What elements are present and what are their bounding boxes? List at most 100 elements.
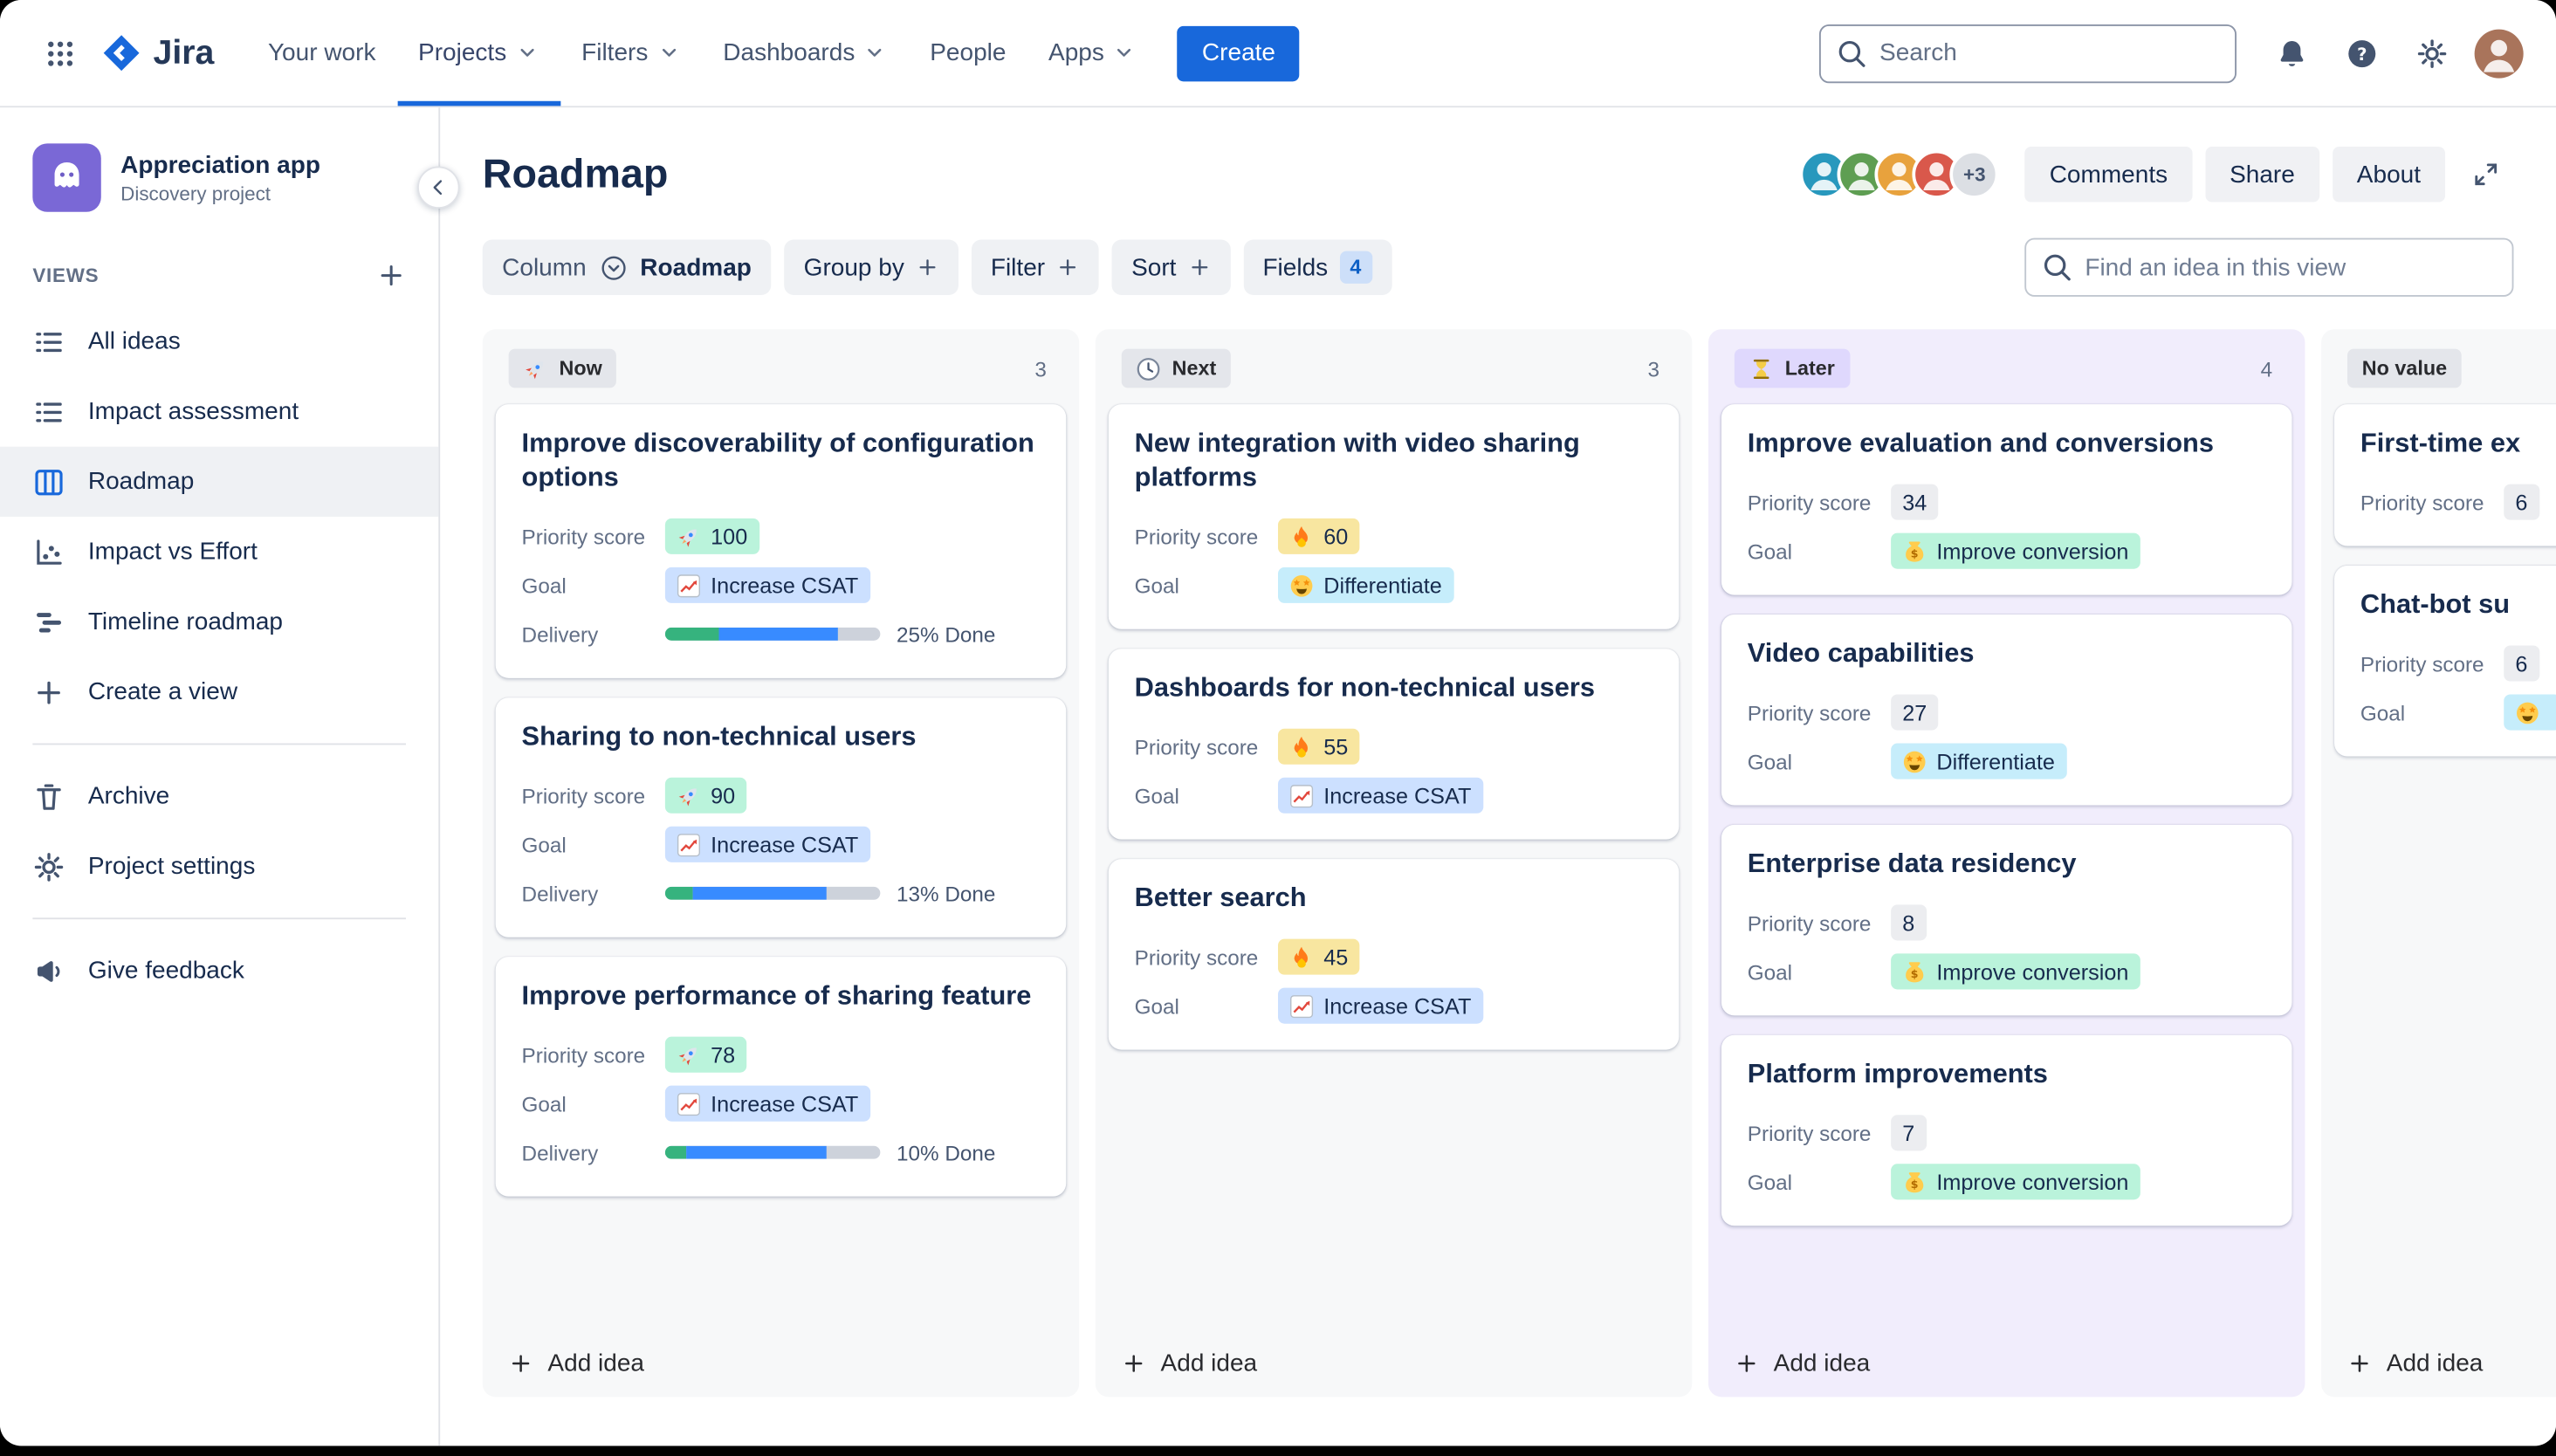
chevron-down-icon: [656, 41, 681, 65]
goal-chip: [2504, 694, 2556, 731]
nav-filters[interactable]: Filters: [560, 0, 702, 106]
sidebar-item-archive[interactable]: Archive: [0, 761, 438, 831]
sidebar-item-impact-assessment[interactable]: Impact assessment: [0, 376, 438, 446]
idea-title: Better search: [1134, 883, 1307, 914]
board-column-now: Now 3 Improve discoverability of configu…: [482, 329, 1080, 1398]
nav-people[interactable]: People: [909, 0, 1027, 106]
filter-button[interactable]: Filter: [971, 239, 1099, 295]
share-button[interactable]: Share: [2205, 147, 2319, 203]
sidebar-item-impact-vs-effort[interactable]: Impact vs Effort: [0, 517, 438, 587]
idea-card[interactable]: Platform improvements Priority score 7 G…: [1721, 1035, 2292, 1227]
about-button[interactable]: About: [2332, 147, 2446, 203]
money-bag-icon: $: [1902, 1171, 1927, 1195]
add-idea-label: Add idea: [1773, 1350, 1871, 1377]
sidebar-item-label: Impact vs Effort: [87, 538, 258, 566]
goal-value: Increase CSAT: [711, 1092, 859, 1117]
idea-title: Platform improvements: [1747, 1060, 2048, 1090]
user-avatar[interactable]: [2474, 28, 2524, 78]
jira-logo[interactable]: Jira: [101, 32, 214, 73]
plus-icon: [32, 676, 65, 708]
column-status-chip[interactable]: No value: [2346, 348, 2462, 388]
rocket-icon: [523, 356, 547, 381]
idea-card[interactable]: Better search Priority score 45 Goal Inc…: [1108, 859, 1680, 1051]
project-header[interactable]: Appreciation app Discovery project: [0, 137, 438, 238]
column-name: No value: [2361, 356, 2448, 381]
idea-title: Improve evaluation and conversions: [1747, 429, 2215, 458]
idea-card[interactable]: Enterprise data residency Priority score…: [1721, 825, 2292, 1016]
sort-button[interactable]: Sort: [1111, 239, 1231, 295]
priority-score-label: Priority score: [1747, 490, 1872, 515]
nav-dashboards[interactable]: Dashboards: [702, 0, 909, 106]
priority-score-chip: 8: [1891, 904, 1927, 942]
idea-card[interactable]: Improve performance of sharing feature P…: [495, 957, 1067, 1198]
idea-card[interactable]: New integration with video sharing platf…: [1108, 404, 1680, 630]
fullscreen-button[interactable]: [2458, 147, 2513, 202]
nav-right-cluster: ?: [1818, 24, 2524, 83]
priority-score-label: Priority score: [1747, 700, 1872, 725]
sidebar-item-project-settings[interactable]: Project settings: [0, 831, 438, 901]
find-idea-search: [2024, 237, 2514, 297]
priority-score-value: 6: [2515, 490, 2528, 515]
priority-score-label: Priority score: [1747, 910, 1872, 936]
column-status-chip[interactable]: Now: [508, 348, 617, 388]
idea-card[interactable]: Chat-bot su Priority score 6 Goal: [2334, 566, 2556, 757]
notifications-button[interactable]: [2264, 25, 2319, 80]
nav-your-work[interactable]: Your work: [247, 0, 397, 106]
sidebar-item-roadmap[interactable]: Roadmap: [0, 446, 439, 517]
app-grid-icon: [44, 37, 76, 69]
column-status-chip[interactable]: Next: [1121, 348, 1232, 388]
sidebar-item-all-ideas[interactable]: All ideas: [0, 306, 438, 376]
timeline-icon: [32, 606, 65, 638]
add-idea-button[interactable]: Add idea: [2334, 1330, 2556, 1384]
add-idea-button[interactable]: Add idea: [1109, 1330, 1680, 1384]
idea-card[interactable]: Improve discoverability of configuration…: [495, 404, 1067, 679]
sidebar-item-create-a-view[interactable]: Create a view: [0, 657, 438, 727]
idea-card[interactable]: Video capabilities Priority score 27 Goa…: [1721, 615, 2292, 806]
gear-icon: [2415, 37, 2448, 69]
project-avatar: [32, 143, 101, 212]
nav-projects[interactable]: Projects: [396, 0, 560, 106]
idea-card[interactable]: First-time ex Priority score 6: [2334, 404, 2556, 546]
fields-button[interactable]: Fields 4: [1243, 239, 1391, 295]
comments-button[interactable]: Comments: [2024, 147, 2193, 203]
board-column-next: Next 3 New integration with video sharin…: [1095, 329, 1693, 1398]
app-switcher-button[interactable]: [32, 25, 87, 80]
global-search-input[interactable]: [1818, 24, 2237, 83]
add-view-icon[interactable]: [376, 261, 406, 291]
question-circle-icon: ?: [2346, 37, 2378, 69]
views-title: VIEWS: [32, 264, 100, 287]
nav-projects-label: Projects: [418, 38, 507, 67]
plus-icon: [1188, 256, 1211, 278]
priority-score-label: Priority score: [1134, 944, 1259, 970]
chart-increasing-icon: [1289, 784, 1314, 808]
help-button[interactable]: ?: [2334, 25, 2389, 80]
column-count: 4: [2260, 356, 2273, 381]
priority-score-chip: 45: [1278, 939, 1360, 976]
sidebar-item-timeline-roadmap[interactable]: Timeline roadmap: [0, 587, 438, 656]
find-idea-input[interactable]: [2024, 237, 2514, 297]
sidebar-collapse-button[interactable]: [417, 166, 460, 209]
idea-card[interactable]: Dashboards for non-technical users Prior…: [1108, 649, 1680, 841]
avatar-overflow-badge[interactable]: +3: [1949, 149, 1999, 199]
clock-icon: [1137, 356, 1161, 381]
add-idea-button[interactable]: Add idea: [496, 1330, 1067, 1384]
nav-apps[interactable]: Apps: [1027, 0, 1158, 106]
column-name: Later: [1784, 356, 1835, 381]
goal-label: Goal: [1747, 539, 1793, 564]
goal-chip: Differentiate: [1278, 567, 1453, 604]
project-type: Discovery project: [120, 182, 271, 205]
column-status-chip[interactable]: Later: [1734, 348, 1850, 388]
idea-card[interactable]: Improve evaluation and conversions Prior…: [1721, 404, 2292, 595]
settings-button[interactable]: [2404, 25, 2459, 80]
column-selector[interactable]: Column Roadmap: [482, 239, 772, 295]
group-by-button[interactable]: Group by: [784, 239, 958, 295]
progress-done-segment: [664, 887, 693, 901]
nav-people-label: People: [930, 38, 1007, 67]
sidebar-item-give-feedback[interactable]: Give feedback: [0, 936, 438, 1006]
create-button[interactable]: Create: [1177, 24, 1301, 81]
priority-score-chip: 90: [664, 778, 747, 814]
collaborator-avatars[interactable]: +3: [1799, 149, 1999, 199]
idea-card[interactable]: Sharing to non-technical users Priority …: [495, 697, 1067, 938]
add-idea-button[interactable]: Add idea: [1721, 1330, 2292, 1384]
bell-icon: [2276, 37, 2308, 69]
